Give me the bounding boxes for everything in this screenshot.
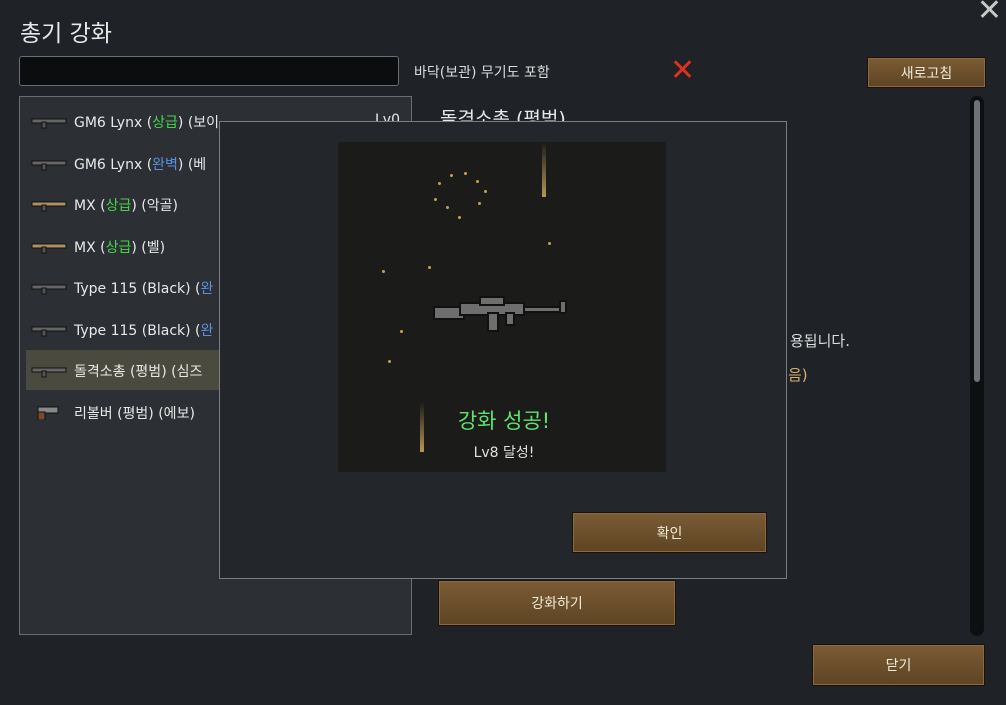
weapon-name: MX (상급) (벨)	[74, 237, 165, 257]
detail-text-1: 용됩니다.	[790, 332, 850, 350]
spark	[450, 174, 453, 177]
spark	[464, 172, 467, 175]
confirm-button[interactable]: 확인	[572, 512, 767, 553]
spark	[484, 190, 487, 193]
detail-text-2: 음)	[788, 366, 808, 384]
weapon-grade: 상급	[152, 115, 178, 131]
rifle-icon	[30, 155, 68, 171]
weapon-name-base: GM6 Lynx (	[74, 115, 153, 131]
weapon-name-suffix: ) (악골)	[131, 198, 178, 214]
weapon-name-base: 리볼버 (평범) (에보)	[74, 405, 195, 422]
floor-weapons-label: 바닥(보관) 무기도 포함	[414, 65, 550, 81]
weapon-name-base: Type 115 (Black) (	[74, 322, 201, 339]
spark	[476, 180, 479, 183]
weapon-grade: 완	[200, 322, 214, 339]
weapon-name-base: GM6 Lynx (	[74, 156, 153, 173]
revolver-icon	[30, 404, 68, 420]
weapon-grade: 완	[200, 281, 214, 297]
weapon-grade: 상급	[105, 239, 132, 256]
rifle-icon	[30, 362, 68, 378]
rifle-icon	[30, 321, 68, 337]
weapon-name-suffix: ) (벨)	[131, 239, 166, 256]
scrollbar-thumb[interactable]	[974, 100, 980, 382]
weapon-name-base: Type 115 (Black) (	[74, 281, 201, 297]
weapon-name: GM6 Lynx (완벽) (베	[74, 154, 206, 174]
weapon-name-base: MX (	[74, 198, 106, 214]
window-title: 총기 강화	[20, 21, 112, 47]
spark	[400, 330, 403, 333]
spark	[382, 270, 385, 273]
enhance-button[interactable]: 강화하기	[438, 580, 676, 626]
enhance-window: 총기 강화 ✕ 바닥(보관) 무기도 포함 ✕ 새로고침 GM6 Lynx (상…	[0, 0, 1006, 705]
weapon-grade: 상급	[105, 198, 132, 214]
rifle-icon	[30, 238, 68, 254]
result-subtitle: Lv8 달성!	[473, 445, 535, 461]
weapon-name: 리볼버 (평범) (에보)	[74, 403, 195, 423]
spark	[478, 202, 481, 205]
weapon-name: Type 115 (Black) (완	[74, 278, 213, 298]
weapon-name-base: MX (	[74, 239, 106, 256]
close-icon[interactable]: ✕	[977, 0, 1002, 28]
spark	[434, 198, 437, 201]
weapon-grade: 완벽	[152, 156, 178, 173]
spark	[548, 242, 551, 245]
spark	[458, 216, 461, 219]
close-button[interactable]: 닫기	[812, 644, 985, 686]
weapon-name: Type 115 (Black) (완	[74, 320, 213, 340]
weapon-name: MX (상급) (악골)	[74, 195, 178, 215]
spark	[388, 360, 391, 363]
success-dialog: 강화 성공! Lv8 달성! 확인	[219, 121, 787, 579]
light-beam	[542, 142, 546, 197]
result-title: 강화 성공!	[457, 409, 551, 433]
weapon-name-suffix: ) (보이	[177, 115, 220, 131]
weapon-name: GM6 Lynx (상급) (보이	[74, 112, 219, 132]
rifle-icon	[30, 279, 68, 295]
rifle-icon	[30, 196, 68, 212]
weapon-name: 돌격소총 (평범) (심즈	[74, 361, 202, 381]
assault-rifle-icon	[433, 296, 567, 332]
spark	[438, 182, 441, 185]
refresh-button[interactable]: 새로고침	[867, 57, 986, 88]
rifle-icon	[30, 113, 68, 129]
weapon-name-suffix: ) (베	[177, 156, 207, 173]
spark	[446, 206, 449, 209]
search-input[interactable]	[19, 56, 399, 86]
red-x-icon[interactable]: ✕	[670, 54, 695, 88]
spark	[428, 266, 431, 269]
weapon-name-base: 돌격소총 (평범) (심즈	[74, 364, 203, 380]
